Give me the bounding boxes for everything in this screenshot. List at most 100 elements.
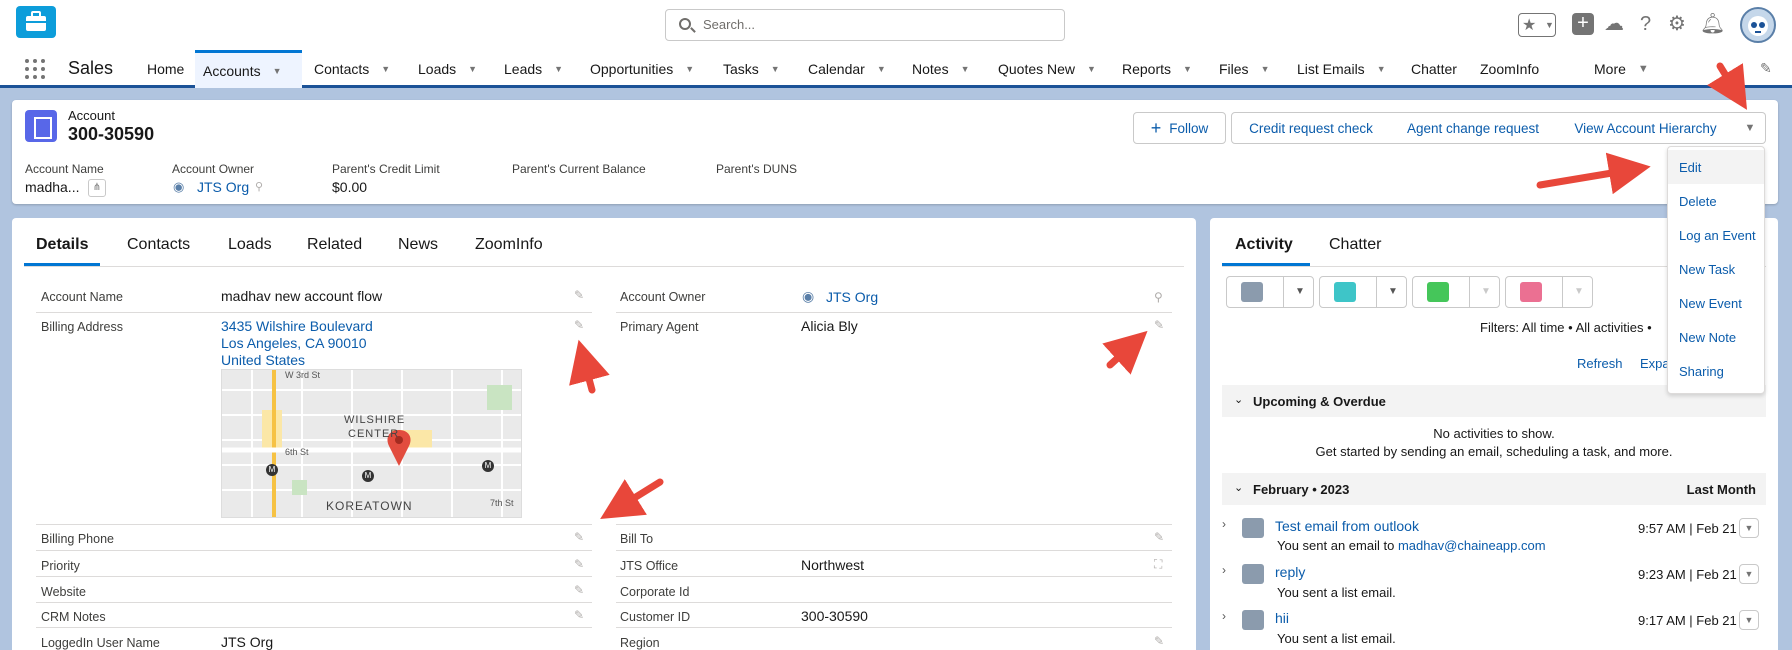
tab-related[interactable]: Related xyxy=(307,236,362,254)
menu-item-delete[interactable]: Delete xyxy=(1679,194,1717,209)
change-owner-icon[interactable]: ⚲ xyxy=(1154,290,1163,304)
section-meta: Last Month xyxy=(1686,482,1756,497)
nav-list-emails[interactable]: List Emails ▼ xyxy=(1289,50,1394,88)
chevron-down-icon[interactable]: ▼ xyxy=(877,64,886,74)
tab-news[interactable]: News xyxy=(398,236,438,254)
menu-item-log-event[interactable]: Log an Event xyxy=(1679,228,1756,243)
tab-chatter[interactable]: Chatter xyxy=(1329,236,1381,254)
global-actions-icon[interactable]: + xyxy=(1572,13,1594,35)
help-icon[interactable]: ? xyxy=(1640,12,1651,36)
edit-pencil-icon[interactable]: ✎ xyxy=(574,288,584,302)
new-task-action-button[interactable]: ▼ xyxy=(1412,276,1500,308)
activity-subtitle: You sent a list email. xyxy=(1277,585,1396,600)
nav-more[interactable]: More ▼ xyxy=(1586,50,1657,88)
edit-pencil-icon[interactable]: ✎ xyxy=(1154,530,1164,544)
edit-pencil-icon[interactable]: ✎ xyxy=(574,608,584,622)
list-email-icon xyxy=(1242,610,1264,630)
edit-pencil-icon[interactable]: ✎ xyxy=(1154,634,1164,648)
log-call-action-button[interactable]: ▼ xyxy=(1319,276,1407,308)
chevron-down-icon[interactable]: ▼ xyxy=(1183,64,1192,74)
nav-tasks[interactable]: Tasks ▼ xyxy=(715,50,788,88)
phone-icon xyxy=(1334,282,1356,302)
chevron-down-icon[interactable]: ▼ xyxy=(1638,63,1649,75)
tab-contacts[interactable]: Contacts xyxy=(127,236,190,254)
edit-pencil-icon[interactable]: ✎ xyxy=(574,530,584,544)
field-label: Corporate Id xyxy=(620,585,690,599)
activity-title[interactable]: hii xyxy=(1275,610,1289,626)
tab-loads[interactable]: Loads xyxy=(228,236,272,254)
agent-change-button[interactable]: Agent change request xyxy=(1390,112,1557,144)
activity-title[interactable]: reply xyxy=(1275,564,1305,580)
menu-item-new-task[interactable]: New Task xyxy=(1679,262,1735,277)
expand-chevron-icon[interactable]: › xyxy=(1222,563,1226,577)
nav-files[interactable]: Files ▼ xyxy=(1211,50,1277,88)
follow-button[interactable]: + Follow xyxy=(1133,112,1226,144)
address-line-2[interactable]: Los Angeles, CA 90010 xyxy=(221,335,367,351)
chevron-down-icon[interactable]: ▼ xyxy=(381,64,390,74)
credit-request-button[interactable]: Credit request check xyxy=(1231,112,1391,144)
nav-notes[interactable]: Notes ▼ xyxy=(904,50,978,88)
chevron-down-icon[interactable]: ▼ xyxy=(468,64,477,74)
address-line-3[interactable]: United States xyxy=(221,352,305,368)
edit-pencil-icon[interactable]: ✎ xyxy=(574,583,584,597)
hierarchy-icon[interactable]: ⋔ xyxy=(88,179,106,197)
nav-calendar[interactable]: Calendar ▼ xyxy=(800,50,894,88)
highlight-owner-link[interactable]: JTS Org xyxy=(197,179,249,195)
chevron-down-icon[interactable]: ▼ xyxy=(1261,64,1270,74)
nav-contacts[interactable]: Contacts ▼ xyxy=(306,50,398,88)
nav-chatter[interactable]: Chatter xyxy=(1403,50,1465,88)
activity-menu-button[interactable]: ▼ xyxy=(1739,564,1759,584)
menu-item-new-event[interactable]: New Event xyxy=(1679,296,1742,311)
activity-menu-button[interactable]: ▼ xyxy=(1739,610,1759,630)
nav-accounts[interactable]: Accounts ▼ xyxy=(195,50,302,88)
chevron-down-icon[interactable]: ▼ xyxy=(1087,64,1096,74)
search-placeholder: Search... xyxy=(703,17,756,32)
menu-item-new-note[interactable]: New Note xyxy=(1679,330,1736,345)
activity-menu-button[interactable]: ▼ xyxy=(1739,518,1759,538)
nav-quotes[interactable]: Quotes New ▼ xyxy=(990,50,1104,88)
tab-zoominfo[interactable]: ZoomInfo xyxy=(475,236,543,254)
app-launcher-icon[interactable] xyxy=(25,59,45,79)
nav-home[interactable]: Home xyxy=(139,50,192,88)
view-hierarchy-button[interactable]: View Account Hierarchy xyxy=(1556,112,1736,144)
salesforce-logo-icon[interactable] xyxy=(16,6,56,38)
edit-pencil-icon[interactable]: ✎ xyxy=(574,557,584,571)
expand-all-link[interactable]: Expa xyxy=(1640,356,1670,371)
new-event-action-button[interactable]: ▼ xyxy=(1505,276,1593,308)
chevron-down-icon[interactable]: ▼ xyxy=(961,64,970,74)
month-section-header[interactable]: ⌄ February • 2023 Last Month xyxy=(1222,473,1766,505)
chevron-down-icon[interactable]: ▼ xyxy=(273,66,282,76)
refresh-link[interactable]: Refresh xyxy=(1577,356,1623,371)
expand-chevron-icon[interactable]: › xyxy=(1222,609,1226,623)
edit-pencil-icon[interactable]: ✎ xyxy=(1154,318,1164,332)
nav-reports[interactable]: Reports ▼ xyxy=(1114,50,1200,88)
user-avatar[interactable] xyxy=(1740,7,1776,43)
actions-menu-button[interactable]: ▼ xyxy=(1735,112,1766,144)
menu-item-sharing[interactable]: Sharing xyxy=(1679,364,1724,379)
email-link[interactable]: madhav@chaineapp.com xyxy=(1398,538,1546,553)
chevron-down-icon[interactable]: ▼ xyxy=(771,64,780,74)
tab-details[interactable]: Details xyxy=(36,236,88,254)
nav-zoominfo[interactable]: ZoomInfo xyxy=(1472,50,1547,88)
setup-gear-icon[interactable]: ⚙ xyxy=(1668,12,1686,36)
chevron-down-icon[interactable]: ▼ xyxy=(685,64,694,74)
notifications-bell-icon[interactable]: 🔔︎ xyxy=(1700,12,1725,36)
nav-opportunities[interactable]: Opportunities ▼ xyxy=(582,50,702,88)
edit-nav-pencil-icon[interactable]: ✎ xyxy=(1760,60,1772,77)
address-map[interactable]: W 3rd St WILSHIRE CENTER 6th St KOREATOW… xyxy=(221,369,522,518)
favorites-button[interactable]: ★ ▼ xyxy=(1518,13,1556,37)
activity-title[interactable]: Test email from outlook xyxy=(1275,518,1419,534)
chevron-down-icon[interactable]: ▼ xyxy=(554,64,563,74)
expand-chevron-icon[interactable]: › xyxy=(1222,517,1226,531)
change-owner-icon[interactable]: ⚲ xyxy=(255,180,263,193)
trailhead-icon[interactable]: ☁ xyxy=(1604,12,1624,36)
tab-activity[interactable]: Activity xyxy=(1235,236,1293,254)
email-action-button[interactable]: ▼ xyxy=(1226,276,1314,308)
chevron-down-icon[interactable]: ▼ xyxy=(1377,64,1386,74)
field-account-owner-link[interactable]: JTS Org xyxy=(826,289,878,305)
edit-pencil-icon[interactable]: ✎ xyxy=(574,318,584,332)
menu-item-edit[interactable]: Edit xyxy=(1679,160,1701,175)
address-line-1[interactable]: 3435 Wilshire Boulevard xyxy=(221,318,373,334)
nav-leads[interactable]: Leads ▼ xyxy=(496,50,571,88)
nav-loads[interactable]: Loads ▼ xyxy=(410,50,485,88)
